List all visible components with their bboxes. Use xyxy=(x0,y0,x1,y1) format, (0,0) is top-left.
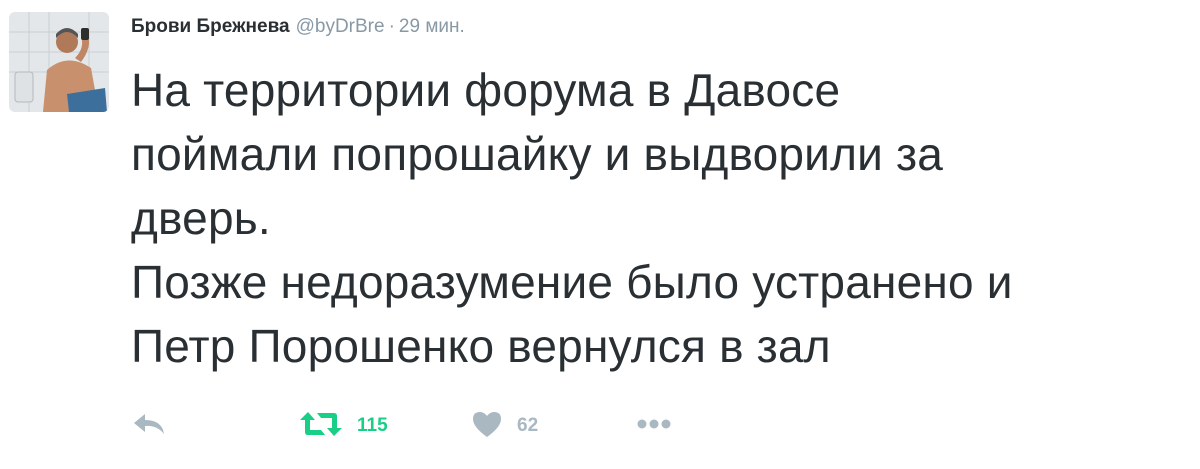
like-button[interactable]: 62 xyxy=(471,408,538,444)
tweet-text-line: Позже недоразумение было устранено и xyxy=(131,256,1013,308)
timestamp[interactable]: 29 мин. xyxy=(399,16,465,37)
tweet-text-line: На территории форума в Давосе xyxy=(131,64,841,116)
tweet-text-line: поймали попрошайку и выдворили за xyxy=(131,128,944,180)
avatar[interactable] xyxy=(9,12,109,112)
author-handle[interactable]: @byDrBre xyxy=(296,16,385,37)
tweet-text-line: дверь. xyxy=(131,192,271,244)
tweet-text: На территории форума в Давосе поймали по… xyxy=(131,58,1196,378)
retweet-button[interactable]: 115 xyxy=(299,408,388,444)
heart-icon xyxy=(471,409,503,444)
retweet-count: 115 xyxy=(357,415,388,436)
tweet-actions: 115 62 xyxy=(131,408,731,444)
reply-icon xyxy=(131,410,167,443)
retweet-icon xyxy=(299,410,343,443)
separator: · xyxy=(388,16,395,37)
reply-button[interactable] xyxy=(131,408,167,444)
tweet-header: Брови Брежнева @byDrBre · 29 мин. xyxy=(131,14,465,40)
more-icon xyxy=(637,417,671,435)
tweet-text-line: Петр Порошенко вернулся в зал xyxy=(131,320,831,372)
like-count: 62 xyxy=(517,415,539,436)
more-button[interactable] xyxy=(637,408,671,444)
author-name[interactable]: Брови Брежнева xyxy=(131,16,290,37)
